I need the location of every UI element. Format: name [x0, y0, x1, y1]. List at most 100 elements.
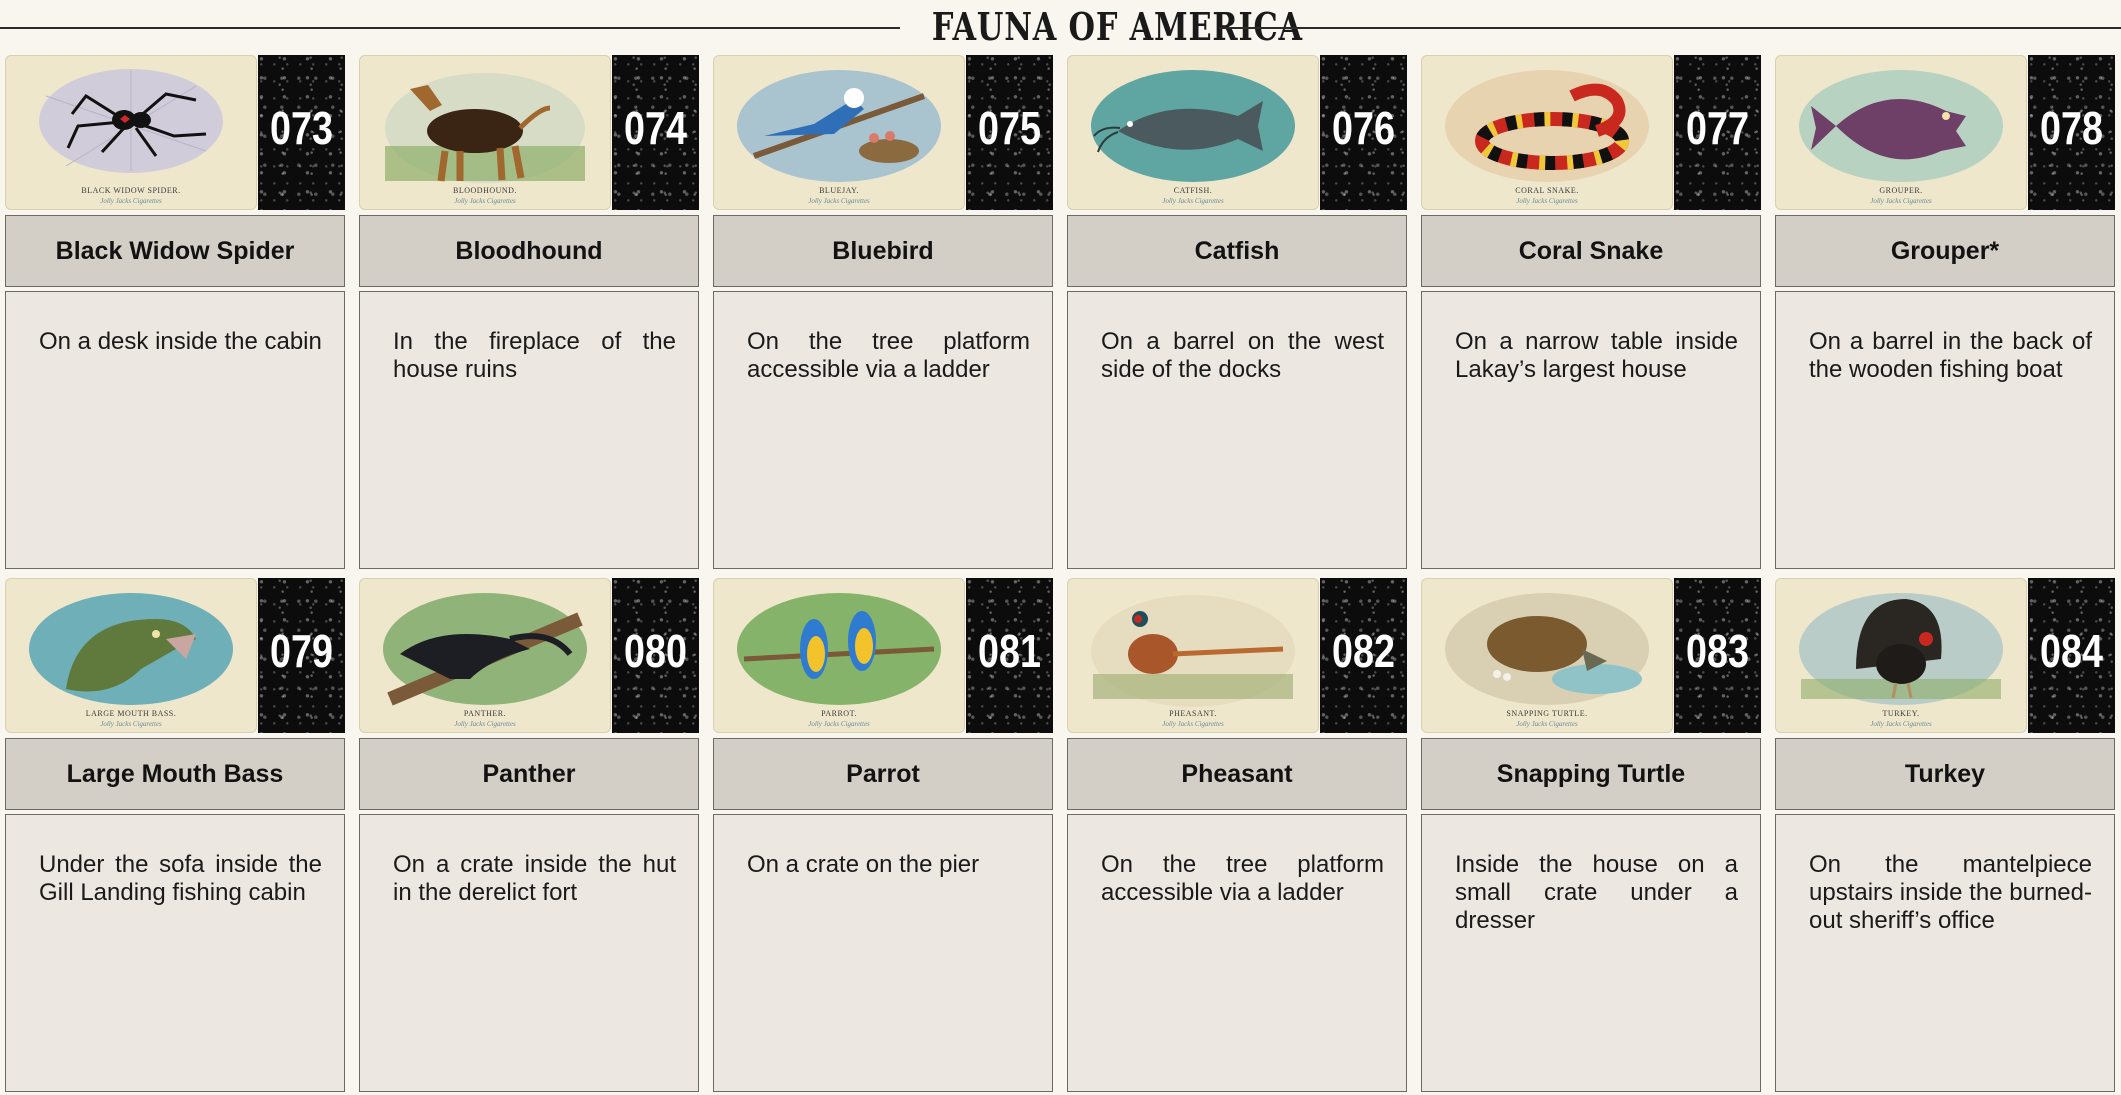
card-location: On a narrow table inside Lakay’s largest… — [1455, 328, 1738, 383]
card-number-tile: 078 — [2028, 55, 2115, 210]
card-number: 077 — [1686, 102, 1749, 154]
card-brand: Jolly Jacks Cigarettes — [100, 720, 162, 728]
card-number-tile: 082 — [1320, 578, 1407, 733]
card-number: 081 — [978, 625, 1041, 677]
card-name: Coral Snake — [1421, 215, 1761, 287]
card-number: 083 — [1686, 625, 1749, 677]
bloodhound-illustration: BLOODHOUND. Jolly Jacks Cigarettes — [359, 55, 611, 210]
card-number-tile: 074 — [612, 55, 699, 210]
card-name: Pheasant — [1067, 738, 1407, 810]
card-number-tile: 081 — [966, 578, 1053, 733]
page-title: FAUNA OF AMERICA — [931, 4, 1303, 49]
card-location-box: In the fireplace of the house ruins — [359, 291, 699, 569]
card-location: On a barrel on the west side of the dock… — [1101, 328, 1384, 383]
card-number-tile: 083 — [1674, 578, 1761, 733]
card-location: On a crate on the pier — [747, 851, 980, 878]
card-name: Snapping Turtle — [1421, 738, 1761, 810]
card-caption: BLOODHOUND. — [453, 186, 517, 195]
card-number-tile: 073 — [258, 55, 345, 210]
card-number-tile: 079 — [258, 578, 345, 733]
card-location: On the tree platform accessible via a la… — [1101, 851, 1384, 906]
card-caption: BLUEJAY. — [819, 186, 859, 195]
header-rule-right — [1219, 27, 2121, 29]
card-location: On the mantelpiece upstairs inside the b… — [1809, 851, 2092, 934]
card-art: SNAPPING TURTLE. Jolly Jacks Cigarettes … — [1421, 578, 1761, 733]
card-name: Panther — [359, 738, 699, 810]
card-location: Under the sofa inside the Gill Landing f… — [39, 851, 322, 906]
card-caption: PANTHER. — [463, 709, 507, 718]
card-number: 075 — [978, 102, 1041, 154]
card-art: BLUEJAY. Jolly Jacks Cigarettes 075 — [713, 55, 1053, 210]
card-location-box: On a desk inside the cabin — [5, 291, 345, 569]
card-location: Inside the house on a small crate under … — [1455, 851, 1738, 934]
card-art: LARGE MOUTH BASS. Jolly Jacks Cigarettes… — [5, 578, 345, 733]
card-number-tile: 076 — [1320, 55, 1407, 210]
card-brand: Jolly Jacks Cigarettes — [1162, 197, 1224, 205]
card-number-tile: 077 — [1674, 55, 1761, 210]
card-caption: PHEASANT. — [1169, 709, 1217, 718]
card-brand: Jolly Jacks Cigarettes — [1516, 197, 1578, 205]
card-brand: Jolly Jacks Cigarettes — [808, 720, 870, 728]
card-name: Turkey — [1775, 738, 2115, 810]
card-location-box: Under the sofa inside the Gill Landing f… — [5, 814, 345, 1092]
card-name: Parrot — [713, 738, 1053, 810]
card-caption: SNAPPING TURTLE. — [1506, 709, 1588, 718]
card-name: Catfish — [1067, 215, 1407, 287]
card-location-box: On the mantelpiece upstairs inside the b… — [1775, 814, 2115, 1092]
card-art: BLACK WIDOW SPIDER. Jolly Jacks Cigarett… — [5, 55, 345, 210]
card-caption: GROUPER. — [1879, 186, 1923, 195]
parrot-illustration: PARROT. Jolly Jacks Cigarettes — [713, 578, 965, 733]
card-location-box: On a barrel in the back of the wooden fi… — [1775, 291, 2115, 569]
card-caption: BLACK WIDOW SPIDER. — [81, 186, 181, 195]
card-art: TURKEY. Jolly Jacks Cigarettes 084 — [1775, 578, 2115, 733]
card-location-box: On a narrow table inside Lakay’s largest… — [1421, 291, 1761, 569]
card-location: In the fireplace of the house ruins — [393, 328, 676, 383]
card-location-box: On a crate on the pier — [713, 814, 1053, 1092]
card-name: Large Mouth Bass — [5, 738, 345, 810]
card-number: 082 — [1332, 625, 1395, 677]
snapping-turtle-illustration: SNAPPING TURTLE. Jolly Jacks Cigarettes — [1421, 578, 1673, 733]
card-art: CATFISH. Jolly Jacks Cigarettes 076 — [1067, 55, 1407, 210]
card-name: Bloodhound — [359, 215, 699, 287]
card-brand: Jolly Jacks Cigarettes — [454, 197, 516, 205]
panther-illustration: PANTHER. Jolly Jacks Cigarettes — [359, 578, 611, 733]
card-number: 074 — [624, 102, 687, 154]
card-brand: Jolly Jacks Cigarettes — [1162, 720, 1224, 728]
card-number-tile: 084 — [2028, 578, 2115, 733]
grouper-illustration: GROUPER. Jolly Jacks Cigarettes — [1775, 55, 2027, 210]
card-brand: Jolly Jacks Cigarettes — [454, 720, 516, 728]
bluejay-illustration: BLUEJAY. Jolly Jacks Cigarettes — [713, 55, 965, 210]
bass-illustration: LARGE MOUTH BASS. Jolly Jacks Cigarettes — [5, 578, 257, 733]
card-brand: Jolly Jacks Cigarettes — [808, 197, 870, 205]
card-number: 076 — [1332, 102, 1395, 154]
card-caption: LARGE MOUTH BASS. — [85, 709, 177, 718]
card-brand: Jolly Jacks Cigarettes — [100, 197, 162, 205]
card-brand: Jolly Jacks Cigarettes — [1516, 720, 1578, 728]
card-name: Grouper* — [1775, 215, 2115, 287]
card-number: 078 — [2040, 102, 2103, 154]
card-caption: PARROT. — [821, 709, 857, 718]
card-art: GROUPER. Jolly Jacks Cigarettes 078 — [1775, 55, 2115, 210]
card-number: 080 — [624, 625, 687, 677]
card-name: Black Widow Spider — [5, 215, 345, 287]
card-name: Bluebird — [713, 215, 1053, 287]
card-location: On a crate inside the hut in the derelic… — [393, 851, 676, 906]
card-art: CORAL SNAKE. Jolly Jacks Cigarettes 077 — [1421, 55, 1761, 210]
card-location-box: Inside the house on a small crate under … — [1421, 814, 1761, 1092]
page-header: FAUNA OF AMERICA — [0, 0, 2121, 54]
card-art: BLOODHOUND. Jolly Jacks Cigarettes 074 — [359, 55, 699, 210]
catfish-illustration: CATFISH. Jolly Jacks Cigarettes — [1067, 55, 1319, 210]
turkey-illustration: TURKEY. Jolly Jacks Cigarettes — [1775, 578, 2027, 733]
card-number-tile: 075 — [966, 55, 1053, 210]
coral-snake-illustration: CORAL SNAKE. Jolly Jacks Cigarettes — [1421, 55, 1673, 210]
card-art: PHEASANT. Jolly Jacks Cigarettes 082 — [1067, 578, 1407, 733]
card-number: 084 — [2040, 625, 2103, 677]
card-location-box: On a barrel on the west side of the dock… — [1067, 291, 1407, 569]
card-number-tile: 080 — [612, 578, 699, 733]
header-rule-left — [0, 27, 900, 29]
card-location: On a desk inside the cabin — [39, 328, 322, 355]
spider-illustration: BLACK WIDOW SPIDER. Jolly Jacks Cigarett… — [5, 55, 257, 210]
card-number: 073 — [270, 102, 333, 154]
card-art: PARROT. Jolly Jacks Cigarettes 081 — [713, 578, 1053, 733]
card-location: On a barrel in the back of the wooden fi… — [1809, 328, 2092, 383]
